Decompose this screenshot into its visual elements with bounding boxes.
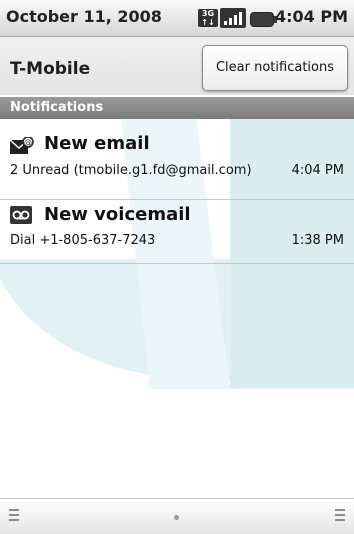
carrier-header: T-Mobile Clear notifications (0, 37, 354, 95)
signal-icon (220, 8, 246, 28)
carrier-name: T-Mobile (10, 59, 91, 79)
battery-icon (250, 12, 277, 27)
notification-subtitle: Dial +1-805-637-7243 (10, 233, 156, 248)
status-date: October 11, 2008 (6, 7, 162, 26)
notification-title: New email (44, 133, 150, 154)
clear-notifications-button[interactable]: Clear notifications (202, 45, 348, 91)
drawer-handle-bar[interactable] (0, 498, 354, 534)
voicemail-icon (10, 206, 32, 224)
grip-right-icon (335, 509, 345, 523)
status-time: 4:04 PM (274, 7, 348, 26)
notification-time: 1:38 PM (291, 233, 344, 248)
notification-item-email[interactable]: @ New email 2 Unread (tmobile.g1.fd@gmai… (0, 119, 354, 200)
status-bar[interactable]: October 11, 2008 3G ↑↓ 4:04 PM (0, 0, 354, 37)
notification-item-voicemail[interactable]: New voicemail Dial +1-805-637-7243 1:38 … (0, 200, 354, 264)
drawer-dot-icon (174, 515, 179, 520)
section-label: Notifications (10, 100, 104, 115)
notification-time: 4:04 PM (291, 163, 344, 178)
email-icon: @ (10, 137, 34, 154)
grip-left-icon (9, 509, 19, 523)
notification-subtitle: 2 Unread (tmobile.g1.fd@gmail.com) (10, 163, 252, 178)
3g-icon: 3G ↑↓ (198, 9, 218, 27)
notifications-section-header: Notifications (0, 97, 354, 119)
svg-text:@: @ (24, 138, 32, 147)
notification-title: New voicemail (44, 204, 191, 225)
